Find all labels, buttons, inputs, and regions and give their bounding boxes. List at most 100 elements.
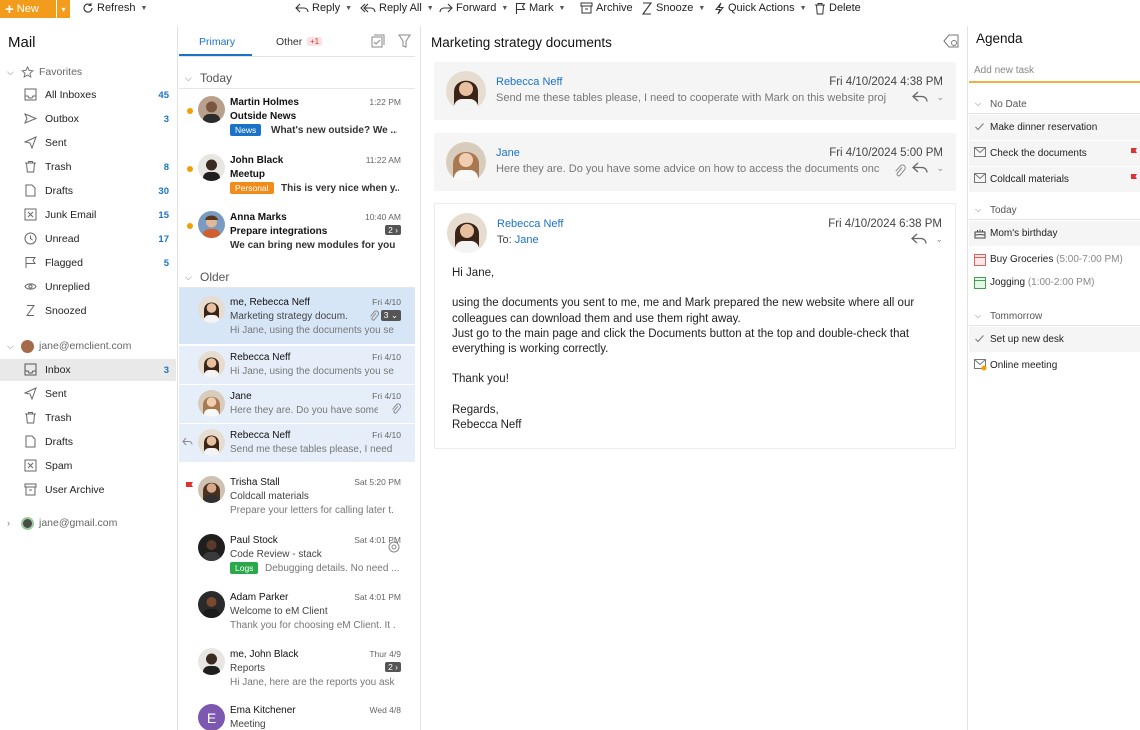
- sidebar-item-flagged[interactable]: Flagged 5: [0, 252, 176, 274]
- thread-count-badge[interactable]: 2 ›: [385, 662, 401, 672]
- sidebar-item-label: User Archive: [45, 484, 105, 496]
- reply-all-button[interactable]: Reply All ▼: [360, 0, 434, 16]
- chevron-down-icon[interactable]: ⌵: [7, 67, 14, 78]
- add-task-input[interactable]: Add new task: [969, 61, 1140, 83]
- reply-icon[interactable]: [911, 233, 928, 245]
- list-item[interactable]: Trisha Stall Sat 5:20 PM Coldcall materi…: [179, 468, 415, 524]
- tab-other[interactable]: Other: [276, 36, 302, 48]
- sender-name[interactable]: Jane: [496, 147, 520, 159]
- sidebar-item-sent[interactable]: Sent: [0, 132, 176, 154]
- avatar: E: [198, 704, 225, 730]
- select-all-icon[interactable]: [371, 34, 385, 48]
- refresh-button[interactable]: Refresh ▼: [82, 0, 147, 16]
- list-item[interactable]: Rebecca Neff Fri 4/10 Hi Jane, using the…: [179, 346, 415, 384]
- chevron-down-icon[interactable]: ⌵: [185, 73, 192, 84]
- chevron-down-icon[interactable]: ⌵: [975, 99, 981, 109]
- task-item[interactable]: Make dinner reservation: [969, 115, 1140, 140]
- sidebar-item-trash[interactable]: Trash 8: [0, 156, 176, 178]
- flag-icon[interactable]: [185, 481, 194, 491]
- sender-name: Adam Parker: [230, 592, 289, 603]
- message-card-collapsed[interactable]: Jane Fri 4/10/2024 5:00 PM Here they are…: [434, 133, 956, 191]
- sidebar-item-outbox[interactable]: Outbox 3: [0, 108, 176, 130]
- reply-icon[interactable]: [912, 91, 929, 103]
- chevron-down-icon[interactable]: ⌵: [7, 341, 14, 352]
- sidebar-item-unreplied[interactable]: Unreplied: [0, 276, 176, 298]
- agenda-section-no-date[interactable]: ⌵ No Date: [969, 96, 1140, 114]
- chevron-down-icon[interactable]: ⌵: [975, 205, 981, 215]
- unread-count: 3: [163, 364, 169, 376]
- flag-icon[interactable]: [1130, 147, 1138, 157]
- message-subject: Welcome to eM Client: [230, 606, 328, 617]
- list-item[interactable]: Rebecca Neff Fri 4/10 Send me these tabl…: [179, 424, 415, 462]
- account-group-gmail[interactable]: › jane@gmail.com: [0, 513, 178, 533]
- agenda-section-tomorrow[interactable]: ⌵ Tommorrow: [969, 308, 1140, 326]
- event-item[interactable]: Mom's birthday: [969, 221, 1140, 246]
- sidebar-item-junk-email[interactable]: Junk Email 15: [0, 204, 176, 226]
- section-older[interactable]: ⌵ Older: [179, 269, 415, 288]
- sidebar-item-sent-account[interactable]: Sent: [0, 383, 176, 405]
- event-item[interactable]: Buy Groceries (5:00-7:00 PM): [969, 247, 1140, 272]
- task-item[interactable]: Online meeting: [969, 353, 1140, 378]
- sidebar-item-drafts[interactable]: Drafts 30: [0, 180, 176, 202]
- flag-icon[interactable]: [1130, 173, 1138, 183]
- checkmark-icon[interactable]: [974, 121, 985, 132]
- sidebar-item-label: All Inboxes: [45, 89, 97, 101]
- list-item[interactable]: me, John Black Thur 4/9 Reports 2 › Hi J…: [179, 640, 415, 696]
- quick-actions-button[interactable]: Quick Actions ▼: [714, 0, 807, 16]
- task-item[interactable]: Set up new desk: [969, 327, 1140, 352]
- avatar: [198, 476, 225, 503]
- chevron-right-icon[interactable]: ›: [7, 518, 10, 528]
- list-item[interactable]: Anna Marks 10:40 AM Prepare integrations…: [179, 203, 415, 259]
- sidebar-item-drafts-account[interactable]: Drafts: [0, 431, 176, 453]
- chevron-down-icon[interactable]: ⌄: [936, 163, 944, 174]
- list-item[interactable]: E Ema Kitchener Wed 4/8 Meeting: [179, 696, 415, 730]
- chevron-down-icon[interactable]: ⌄: [935, 234, 943, 245]
- sender-name[interactable]: Rebecca Neff: [497, 218, 563, 230]
- message-card-collapsed[interactable]: Rebecca Neff Fri 4/10/2024 4:38 PM Send …: [434, 62, 956, 120]
- checkmark-icon[interactable]: [974, 333, 985, 344]
- sidebar-item-snoozed[interactable]: Snoozed: [0, 300, 176, 322]
- sidebar-item-user-archive[interactable]: User Archive: [0, 479, 176, 501]
- reply-button[interactable]: Reply ▼: [295, 0, 352, 16]
- sidebar-item-trash-account[interactable]: Trash: [0, 407, 176, 429]
- archive-button[interactable]: Archive: [580, 0, 633, 16]
- list-item[interactable]: Paul Stock Sat 4:01 PM Code Review - sta…: [179, 526, 415, 582]
- avatar: [198, 534, 225, 561]
- sidebar-item-unread[interactable]: Unread 17: [0, 228, 176, 250]
- sidebar-item-spam[interactable]: Spam: [0, 455, 176, 477]
- agenda-section-today[interactable]: ⌵ Today: [969, 202, 1140, 220]
- favorites-group[interactable]: ⌵ Favorites: [0, 62, 178, 82]
- reply-icon[interactable]: [912, 162, 929, 174]
- section-today[interactable]: ⌵ Today: [179, 70, 415, 89]
- snooze-button[interactable]: Snooze ▼: [641, 0, 705, 16]
- delete-button[interactable]: Delete: [814, 0, 861, 16]
- list-item[interactable]: me, Rebecca Neff Fri 4/10 Marketing stra…: [179, 288, 415, 344]
- chevron-down-icon[interactable]: ⌄: [936, 92, 944, 103]
- list-item[interactable]: Adam Parker Sat 4:01 PM Welcome to eM Cl…: [179, 583, 415, 639]
- sender-name[interactable]: Rebecca Neff: [496, 76, 562, 88]
- new-button-main[interactable]: + New: [0, 0, 56, 18]
- recipient-name[interactable]: Jane: [515, 234, 539, 246]
- new-dropdown-chevron-icon[interactable]: ▾: [56, 0, 70, 18]
- mark-button[interactable]: Mark ▼: [515, 0, 565, 16]
- tab-primary[interactable]: Primary: [199, 36, 235, 48]
- task-item[interactable]: Check the documents: [969, 141, 1140, 166]
- list-item[interactable]: Jane Fri 4/10 Here they are. Do you have…: [179, 385, 415, 423]
- snooze-icon: [641, 1, 653, 15]
- tag-settings-icon[interactable]: [943, 34, 959, 48]
- account-group-emclient[interactable]: ⌵ jane@emclient.com: [0, 336, 178, 356]
- thread-count-badge[interactable]: 3 ⌄: [380, 310, 401, 321]
- sidebar-item-all-inboxes[interactable]: All Inboxes 45: [0, 84, 176, 106]
- chevron-down-icon[interactable]: ⌵: [185, 272, 192, 283]
- filter-icon[interactable]: [398, 34, 411, 48]
- list-item[interactable]: Martin Holmes 1:22 PM Outside News News …: [179, 88, 415, 144]
- thread-count-badge[interactable]: 2 ›: [385, 225, 401, 235]
- chevron-down-icon[interactable]: ⌵: [975, 311, 981, 321]
- new-button[interactable]: + New ▾: [0, 0, 70, 18]
- event-item[interactable]: Jogging (1:00-2:00 PM): [969, 270, 1140, 295]
- forward-button[interactable]: Forward ▼: [439, 0, 508, 16]
- forward-label: Forward: [456, 2, 497, 14]
- task-item[interactable]: Coldcall materials: [969, 167, 1140, 192]
- sidebar-item-inbox[interactable]: Inbox 3: [0, 359, 176, 381]
- list-item[interactable]: John Black 11:22 AM Meetup Personal This…: [179, 146, 415, 202]
